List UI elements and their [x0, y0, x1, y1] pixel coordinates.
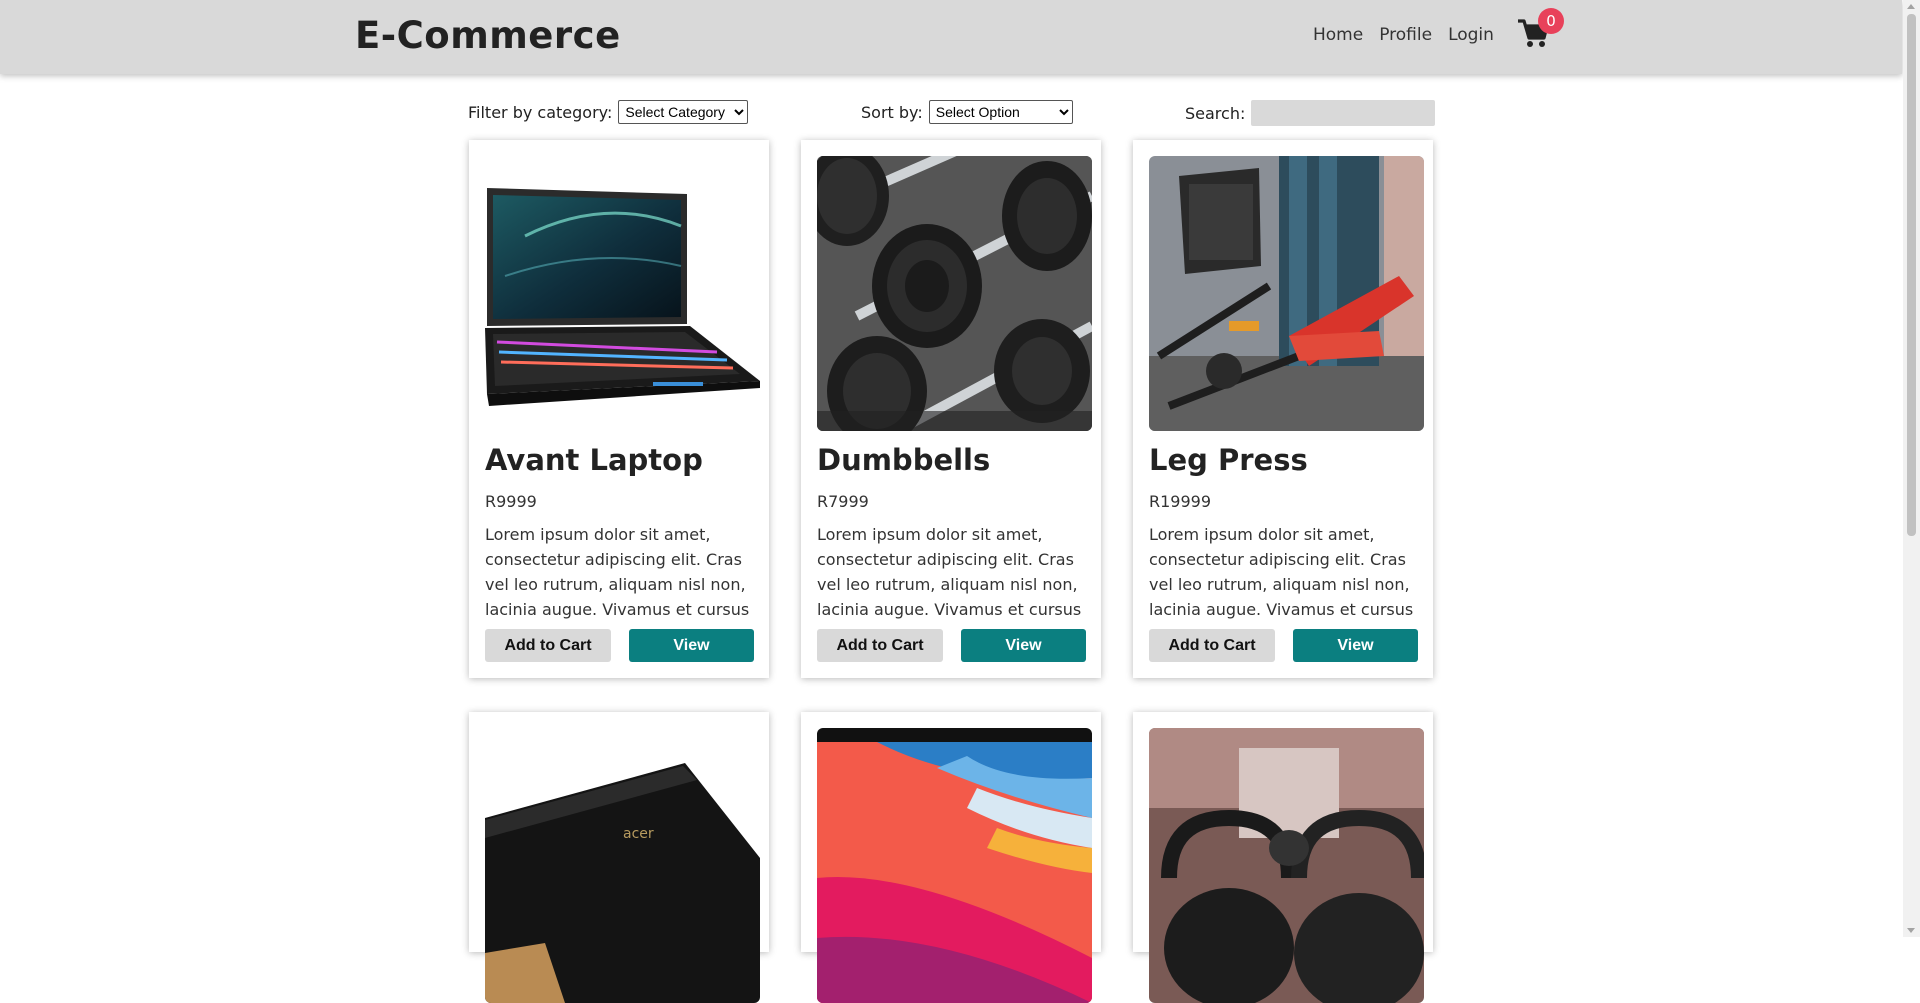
svg-text:acer: acer [623, 826, 654, 842]
filter-toolbar: Filter by category: Select Category Sort… [468, 100, 1436, 126]
page-scrollbar[interactable] [1903, 0, 1920, 937]
product-card: acer [469, 712, 769, 1003]
view-button[interactable]: View [629, 629, 754, 662]
product-card [1133, 712, 1433, 1003]
view-button[interactable]: View [961, 629, 1086, 662]
product-name[interactable]: Dumbbells [817, 443, 990, 477]
brand-logo[interactable]: E-Commerce [355, 14, 621, 57]
sort-label: Sort by: [861, 102, 923, 122]
sort-select[interactable]: Select Option [928, 100, 1073, 124]
nav-profile-link[interactable]: Profile [1379, 25, 1432, 45]
product-image-acer-laptop[interactable]: acer [485, 728, 760, 1003]
product-name[interactable]: Leg Press [1149, 443, 1308, 477]
product-price: R19999 [1149, 492, 1212, 511]
search-input[interactable] [1251, 100, 1436, 126]
filter-label: Filter by category: [468, 102, 613, 122]
search-control: Search: [1185, 100, 1436, 126]
product-card [801, 712, 1101, 1003]
product-card: Avant Laptop R9999 Lorem ipsum dolor sit… [469, 140, 769, 678]
product-image-macbook-screen[interactable] [817, 728, 1092, 1003]
scroll-up-arrow-icon[interactable] [1907, 4, 1915, 9]
product-name[interactable]: Avant Laptop [485, 443, 703, 477]
navbar: E-Commerce Home Profile Login 0 [0, 0, 1902, 74]
add-to-cart-button[interactable]: Add to Cart [817, 629, 943, 662]
sort-control: Sort by: Select Option [861, 100, 1073, 124]
cart-count-badge: 0 [1538, 8, 1564, 34]
product-card: Dumbbells R7999 Lorem ipsum dolor sit am… [801, 140, 1101, 678]
product-description: Lorem ipsum dolor sit amet, consectetur … [1149, 525, 1414, 619]
product-image-dumbbells[interactable] [817, 156, 1092, 431]
product-price: R9999 [485, 492, 537, 511]
product-description: Lorem ipsum dolor sit amet, consectetur … [485, 525, 750, 619]
search-label: Search: [1185, 103, 1246, 123]
scroll-down-arrow-icon[interactable] [1907, 928, 1915, 933]
category-select[interactable]: Select Category [618, 100, 749, 124]
category-filter: Filter by category: Select Category [468, 100, 749, 124]
product-price: R7999 [817, 492, 869, 511]
product-image-leg-press[interactable] [1149, 156, 1424, 431]
nav-links: Home Profile Login [1313, 25, 1494, 45]
product-description: Lorem ipsum dolor sit amet, consectetur … [817, 525, 1082, 619]
view-button[interactable]: View [1293, 629, 1418, 662]
nav-login-link[interactable]: Login [1448, 25, 1494, 45]
product-image-laptop[interactable] [485, 156, 760, 431]
product-card: Leg Press R19999 Lorem ipsum dolor sit a… [1133, 140, 1433, 678]
nav-home-link[interactable]: Home [1313, 25, 1363, 45]
scrollbar-thumb[interactable] [1907, 14, 1916, 536]
add-to-cart-button[interactable]: Add to Cart [485, 629, 611, 662]
product-image-kettlebells[interactable] [1149, 728, 1424, 1003]
add-to-cart-button[interactable]: Add to Cart [1149, 629, 1275, 662]
